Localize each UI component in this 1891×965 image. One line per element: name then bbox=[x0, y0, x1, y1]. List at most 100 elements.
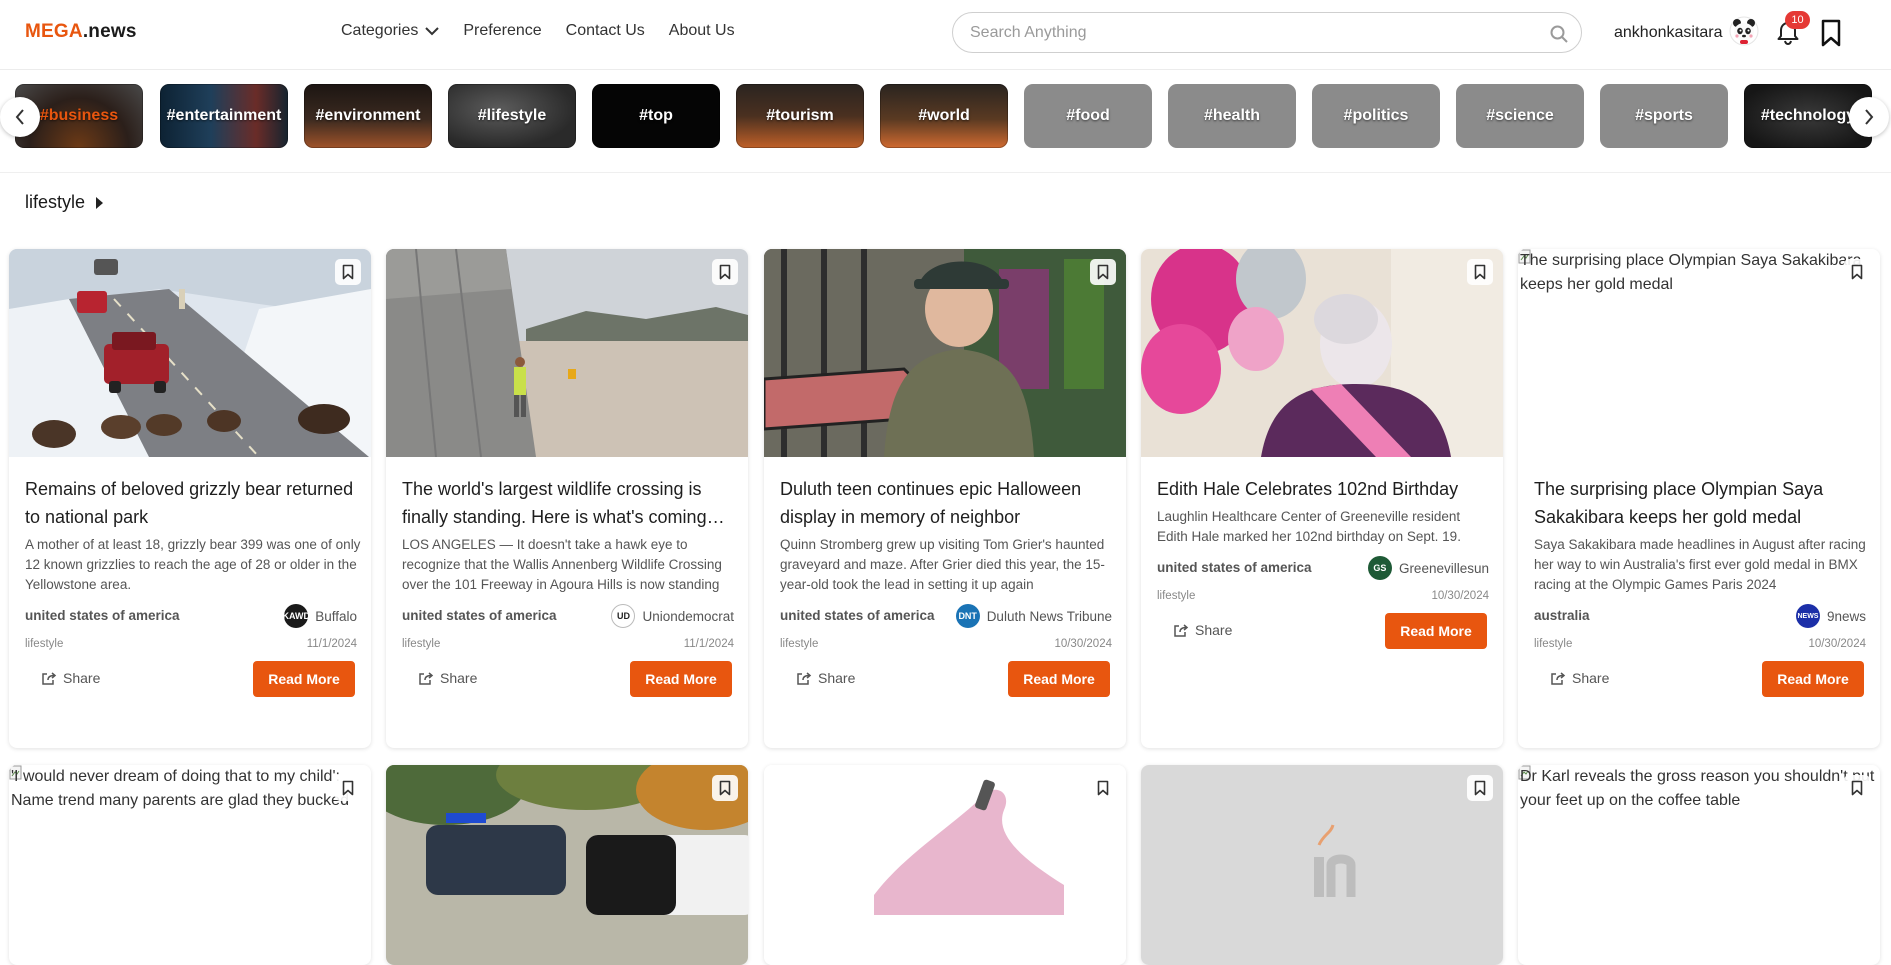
card-country: united states of america bbox=[402, 608, 557, 623]
nav-categories[interactable]: Categories bbox=[341, 22, 440, 40]
card-image[interactable]: Dr Karl reveals the gross reason you sho… bbox=[1518, 765, 1880, 965]
card-title[interactable]: Duluth teen continues epic Halloween dis… bbox=[780, 475, 1116, 531]
source-logo-icon: GS bbox=[1367, 556, 1392, 580]
top-navbar: MEGA.news Categories Preference Contact … bbox=[0, 0, 1891, 70]
news-card bbox=[386, 765, 748, 965]
card-title[interactable]: Remains of beloved grizzly bear returned… bbox=[25, 475, 361, 531]
section-heading[interactable]: lifestyle bbox=[25, 192, 104, 213]
scroll-left-button[interactable] bbox=[0, 97, 40, 137]
card-image[interactable] bbox=[764, 249, 1126, 457]
chip-tourism[interactable]: #tourism bbox=[736, 84, 864, 148]
chip-label: #food bbox=[1066, 107, 1110, 124]
placeholder-logo-image bbox=[1141, 765, 1503, 965]
card-title[interactable]: Edith Hale Celebrates 102nd Birthday bbox=[1157, 475, 1493, 503]
card-description: A mother of at least 18, grizzly bear 39… bbox=[25, 537, 361, 592]
card-source[interactable]: UD Uniondemocrat bbox=[611, 604, 734, 628]
scroll-right-button[interactable] bbox=[1849, 97, 1889, 137]
card-date: 10/30/2024 bbox=[1431, 590, 1489, 602]
user-name[interactable]: ankhonkasitara bbox=[1614, 24, 1723, 42]
bookmark-icon bbox=[342, 264, 354, 280]
card-image[interactable] bbox=[386, 249, 748, 457]
logo-part-news: .news bbox=[82, 21, 137, 42]
nav-contact-us[interactable]: Contact Us bbox=[566, 22, 645, 40]
card-bookmark-button[interactable] bbox=[1090, 775, 1116, 801]
card-title[interactable]: The world's largest wildlife crossing is… bbox=[402, 475, 738, 531]
chip-label: #technology bbox=[1760, 107, 1856, 124]
card-bookmark-button[interactable] bbox=[712, 259, 738, 285]
card-bookmark-button[interactable] bbox=[1467, 259, 1493, 285]
chevron-down-icon bbox=[425, 26, 440, 35]
share-button[interactable]: Share bbox=[1173, 622, 1232, 638]
image-alt-text: Dr Karl reveals the gross reason you sho… bbox=[1520, 768, 1875, 809]
user-avatar-icon[interactable] bbox=[1729, 16, 1759, 46]
card-category: lifestyle bbox=[402, 638, 441, 650]
site-logo[interactable]: MEGA.news bbox=[25, 21, 137, 43]
grizzly-bears-road-image bbox=[9, 249, 371, 457]
card-image[interactable] bbox=[1141, 249, 1503, 457]
chip-sports[interactable]: #sports bbox=[1600, 84, 1728, 148]
news-card: Remains of beloved grizzly bear returned… bbox=[9, 249, 371, 748]
wildlife-crossing-image bbox=[386, 249, 748, 457]
card-source[interactable]: NEWS 9news bbox=[1795, 604, 1866, 628]
chip-science[interactable]: #science bbox=[1456, 84, 1584, 148]
share-button[interactable]: Share bbox=[418, 670, 477, 686]
section-title: lifestyle bbox=[25, 192, 86, 212]
card-image[interactable] bbox=[386, 765, 748, 965]
chip-label: #politics bbox=[1343, 107, 1409, 124]
search-icon[interactable] bbox=[1549, 24, 1569, 44]
card-source[interactable]: KAWD Buffalo bbox=[282, 604, 357, 628]
nav-preference[interactable]: Preference bbox=[463, 22, 541, 40]
card-image[interactable] bbox=[9, 249, 371, 457]
share-button[interactable]: Share bbox=[1550, 670, 1609, 686]
card-source[interactable]: GS Greenevillesun bbox=[1367, 556, 1489, 580]
chip-label: #business bbox=[39, 107, 119, 124]
notification-count-badge: 10 bbox=[1785, 11, 1810, 29]
read-more-button[interactable]: Read More bbox=[1385, 613, 1487, 649]
haunted-house-teen-image bbox=[764, 249, 1126, 457]
chip-top[interactable]: #top bbox=[592, 84, 720, 148]
card-bookmark-button[interactable] bbox=[1090, 259, 1116, 285]
share-label: Share bbox=[440, 670, 478, 686]
card-bookmark-button[interactable] bbox=[1467, 775, 1493, 801]
police-cars-image bbox=[386, 765, 748, 965]
share-button[interactable]: Share bbox=[796, 670, 855, 686]
card-image[interactable] bbox=[1141, 765, 1503, 965]
chip-world[interactable]: #world bbox=[880, 84, 1008, 148]
card-bookmark-button[interactable] bbox=[1844, 259, 1870, 285]
card-image[interactable]: The surprising place Olympian Saya Sakak… bbox=[1518, 249, 1880, 457]
read-more-button[interactable]: Read More bbox=[630, 661, 732, 697]
chip-politics[interactable]: #politics bbox=[1312, 84, 1440, 148]
search-input[interactable] bbox=[970, 22, 1530, 44]
chip-environment[interactable]: #environment bbox=[304, 84, 432, 148]
card-source[interactable]: DNT Duluth News Tribune bbox=[955, 604, 1112, 628]
bookmark-icon bbox=[1474, 780, 1486, 796]
chip-label: #entertainment bbox=[166, 107, 282, 124]
share-icon bbox=[1174, 623, 1189, 637]
chip-health[interactable]: #health bbox=[1168, 84, 1296, 148]
card-title[interactable]: The surprising place Olympian Saya Sakak… bbox=[1534, 475, 1870, 531]
card-bookmark-button[interactable] bbox=[335, 775, 361, 801]
card-bookmark-button[interactable] bbox=[1844, 775, 1870, 801]
card-bookmark-button[interactable] bbox=[712, 775, 738, 801]
read-more-button[interactable]: Read More bbox=[1008, 661, 1110, 697]
chip-lifestyle[interactable]: #lifestyle bbox=[448, 84, 576, 148]
chip-entertainment[interactable]: #entertainment bbox=[160, 84, 288, 148]
card-bookmark-button[interactable] bbox=[335, 259, 361, 285]
card-image[interactable]: 'I would never dream of doing that to my… bbox=[9, 765, 371, 965]
share-label: Share bbox=[1195, 622, 1233, 638]
nav-about-us[interactable]: About Us bbox=[669, 22, 735, 40]
card-date: 11/1/2024 bbox=[306, 638, 357, 650]
card-date: 11/1/2024 bbox=[683, 638, 734, 650]
share-button[interactable]: Share bbox=[41, 670, 100, 686]
share-label: Share bbox=[63, 670, 101, 686]
chip-label: #world bbox=[918, 107, 970, 124]
bookmarks-icon[interactable] bbox=[1819, 19, 1843, 47]
card-country: united states of america bbox=[25, 608, 180, 623]
chevron-right-icon bbox=[1865, 109, 1874, 125]
card-image[interactable] bbox=[764, 765, 1126, 965]
read-more-button[interactable]: Read More bbox=[1762, 661, 1864, 697]
category-strip: #business #entertainment #environment #l… bbox=[0, 70, 1891, 173]
read-more-button[interactable]: Read More bbox=[253, 661, 355, 697]
source-name: Duluth News Tribune bbox=[986, 608, 1112, 624]
chip-food[interactable]: #food bbox=[1024, 84, 1152, 148]
